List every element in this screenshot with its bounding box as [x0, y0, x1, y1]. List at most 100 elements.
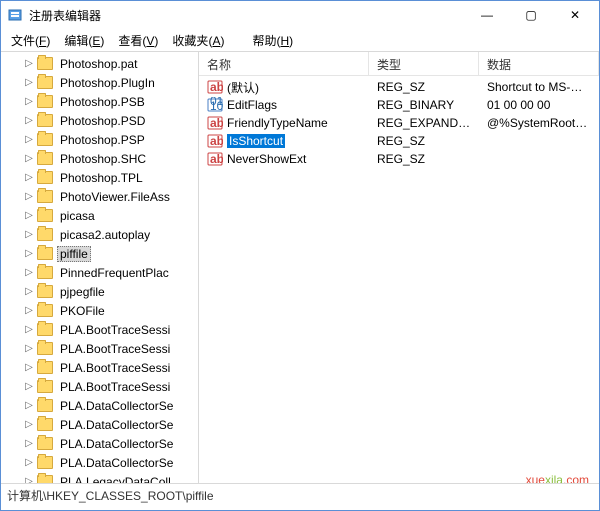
tree-item[interactable]: ▷ PLA.DataCollectorSe	[1, 415, 198, 434]
column-type[interactable]: 类型	[369, 52, 479, 75]
tree-item[interactable]: ▷ PLA.BootTraceSessi	[1, 358, 198, 377]
expand-icon[interactable]: ▷	[23, 419, 35, 430]
expand-icon[interactable]: ▷	[23, 381, 35, 392]
expand-icon[interactable]: ▷	[23, 96, 35, 107]
value-type: REG_SZ	[369, 134, 479, 148]
tree-item[interactable]: ▷PLA.DataCollectorSe	[1, 396, 198, 415]
list-row[interactable]: 01101001EditFlagsREG_BINARY01 00 00 00	[199, 96, 599, 114]
list-row[interactable]: abIsShortcutREG_SZ	[199, 132, 599, 150]
folder-icon	[37, 228, 53, 241]
folder-icon	[37, 247, 53, 260]
tree-pane[interactable]: ▷Photoshop.pat▷Photoshop.PlugIn▷Photosho…	[1, 52, 199, 483]
expand-icon[interactable]: ▷	[23, 58, 35, 69]
minimize-button[interactable]: —	[465, 1, 509, 29]
expand-icon[interactable]: ▷	[23, 400, 35, 411]
menu-help[interactable]: 帮助(H)	[246, 30, 299, 51]
folder-icon	[37, 190, 53, 203]
tree-item-label: Photoshop.PSD	[57, 114, 148, 128]
tree-item[interactable]: ▷ Photoshop.PlugIn	[1, 73, 198, 92]
tree-item[interactable]: ▷ picasa2.autoplay	[1, 225, 198, 244]
expand-icon[interactable]: ▷	[23, 153, 35, 164]
column-name[interactable]: 名称	[199, 52, 369, 75]
expand-icon[interactable]: ▷	[23, 362, 35, 373]
tree-item[interactable]: ▷ PinnedFrequentPlac	[1, 263, 198, 282]
expand-icon[interactable]: ▷	[23, 476, 35, 483]
tree-item[interactable]: ▷ PLA.DataCollectorSe	[1, 453, 198, 472]
folder-icon	[37, 475, 53, 483]
tree-item[interactable]: ▷PKOFile	[1, 301, 198, 320]
value-name: NeverShowExt	[227, 152, 306, 166]
tree-item-label: PLA.BootTraceSessi	[57, 323, 173, 337]
tree-item[interactable]: ▷ Photoshop.TPL	[1, 168, 198, 187]
menu-view[interactable]: 查看(V)	[112, 30, 164, 51]
value-data: @%SystemRoot%\Sys	[479, 116, 599, 130]
expand-icon[interactable]: ▷	[23, 248, 35, 259]
tree-item[interactable]: ▷picasa	[1, 206, 198, 225]
tree-item[interactable]: ▷Photoshop.pat	[1, 54, 198, 73]
menu-favorites[interactable]: 收藏夹(A)	[166, 30, 230, 51]
expand-icon[interactable]: ▷	[23, 191, 35, 202]
tree-item[interactable]: ▷pjpegfile	[1, 282, 198, 301]
expand-icon[interactable]: ▷	[23, 229, 35, 240]
tree-item[interactable]: ▷PLA.BootTraceSessi	[1, 339, 198, 358]
list-body[interactable]: ab(默认)REG_SZShortcut to MS-DOS P01101001…	[199, 76, 599, 170]
maximize-button[interactable]: ▢	[509, 1, 553, 29]
value-data: 01 00 00 00	[479, 98, 599, 112]
tree-item[interactable]: ▷ Photoshop.PSP	[1, 130, 198, 149]
tree-item-label: picasa2.autoplay	[57, 228, 153, 242]
tree-item[interactable]: ▷ PhotoViewer.FileAss	[1, 187, 198, 206]
expand-icon[interactable]: ▷	[23, 457, 35, 468]
value-name: IsShortcut	[227, 134, 285, 148]
expand-icon[interactable]: ▷	[23, 343, 35, 354]
tree-item[interactable]: ▷Photoshop.PSB	[1, 92, 198, 111]
menu-file[interactable]: 文件(F)	[5, 30, 56, 51]
value-name: EditFlags	[227, 98, 277, 112]
tree-item[interactable]: ▷PLA.BootTraceSessi	[1, 377, 198, 396]
expand-icon[interactable]: ▷	[23, 324, 35, 335]
column-data[interactable]: 数据	[479, 52, 599, 75]
window-title: 注册表编辑器	[29, 7, 465, 24]
tree-item[interactable]: ▷ PLA.BootTraceSessi	[1, 320, 198, 339]
folder-icon	[37, 152, 53, 165]
tree-item-label: PLA.BootTraceSessi	[57, 361, 173, 375]
folder-icon	[37, 57, 53, 70]
close-button[interactable]: ✕	[553, 1, 597, 29]
expand-icon[interactable]: ▷	[23, 210, 35, 221]
expand-icon[interactable]: ▷	[23, 77, 35, 88]
svg-text:ab: ab	[210, 116, 223, 130]
expand-icon[interactable]: ▷	[23, 172, 35, 183]
tree-item-label: PLA.LegacyDataColl	[57, 475, 174, 484]
expand-icon[interactable]: ▷	[23, 286, 35, 297]
list-header: 名称 类型 数据	[199, 52, 599, 76]
list-pane: 名称 类型 数据 ab(默认)REG_SZShortcut to MS-DOS …	[199, 52, 599, 483]
tree-item[interactable]: ▷ Photoshop.PSD	[1, 111, 198, 130]
expand-icon[interactable]: ▷	[23, 438, 35, 449]
expand-icon[interactable]: ▷	[23, 115, 35, 126]
list-row[interactable]: abNeverShowExtREG_SZ	[199, 150, 599, 168]
string-value-icon: ab	[207, 79, 223, 95]
menu-edit[interactable]: 编辑(E)	[58, 30, 110, 51]
tree-item-label: PLA.DataCollectorSe	[57, 456, 176, 470]
expand-icon[interactable]: ▷	[23, 134, 35, 145]
tree-item-label: PLA.DataCollectorSe	[57, 437, 176, 451]
list-row[interactable]: ab(默认)REG_SZShortcut to MS-DOS P	[199, 78, 599, 96]
tree-item-label: Photoshop.PlugIn	[57, 76, 158, 90]
expand-icon[interactable]: ▷	[23, 267, 35, 278]
tree-item[interactable]: ▷piffile	[1, 244, 198, 263]
tree-item[interactable]: ▷ PLA.LegacyDataColl	[1, 472, 198, 483]
tree-item-label: PhotoViewer.FileAss	[57, 190, 173, 204]
folder-icon	[37, 380, 53, 393]
list-row[interactable]: abFriendlyTypeNameREG_EXPAND_SZ@%SystemR…	[199, 114, 599, 132]
folder-icon	[37, 399, 53, 412]
tree-item-label: Photoshop.PSP	[57, 133, 148, 147]
expand-icon[interactable]: ▷	[23, 305, 35, 316]
tree-item-label: Photoshop.TPL	[57, 171, 146, 185]
value-data: Shortcut to MS-DOS P	[479, 80, 599, 94]
folder-icon	[37, 114, 53, 127]
menubar: 文件(F) 编辑(E) 查看(V) 收藏夹(A) 帮助(H)	[1, 29, 599, 51]
tree-item[interactable]: ▷ PLA.DataCollectorSe	[1, 434, 198, 453]
folder-icon	[37, 266, 53, 279]
tree-item[interactable]: ▷Photoshop.SHC	[1, 149, 198, 168]
tree-item-label: PLA.DataCollectorSe	[57, 418, 176, 432]
tree-item-label: PinnedFrequentPlac	[57, 266, 172, 280]
